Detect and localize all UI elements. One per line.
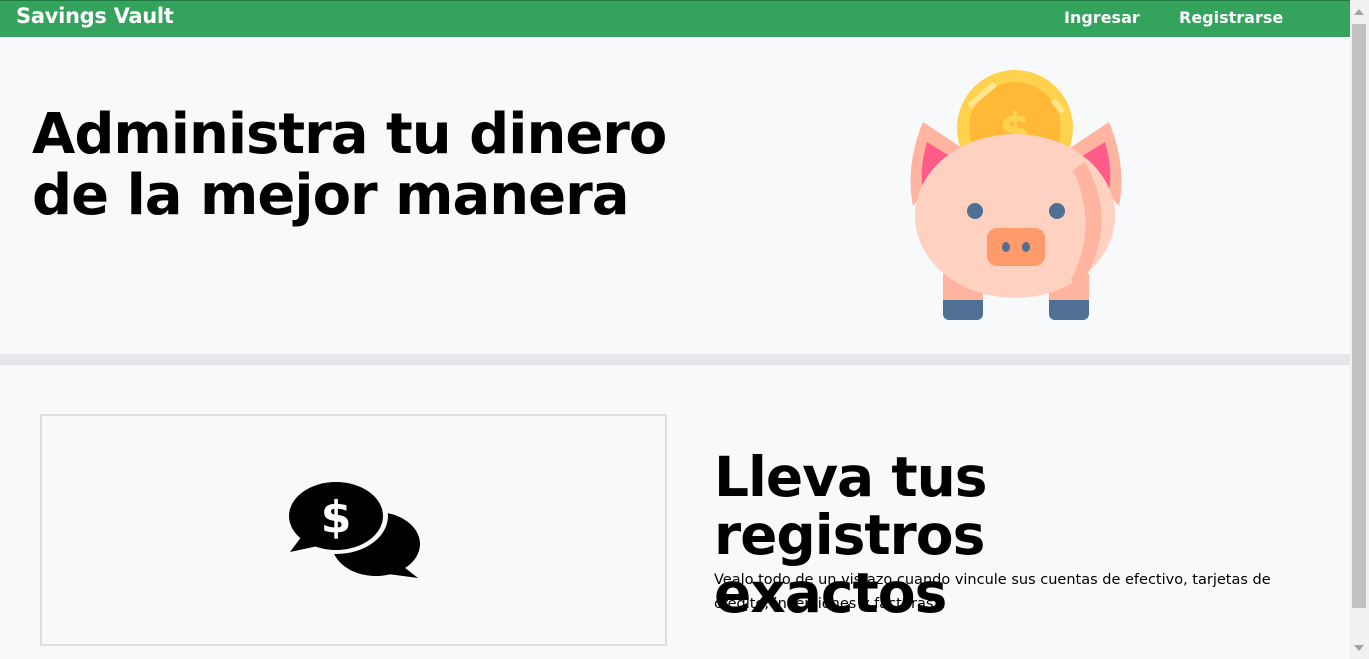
hero-title-line2: de la mejor manera xyxy=(32,163,630,228)
section-divider xyxy=(0,354,1350,365)
feature-title-line1: Lleva tus registros xyxy=(714,445,987,567)
page: Savings Vault Ingresar Registrarse Admin… xyxy=(0,0,1350,659)
svg-text:$: $ xyxy=(321,492,352,543)
navbar: Savings Vault Ingresar Registrarse xyxy=(0,0,1350,37)
nav-register-link[interactable]: Registrarse xyxy=(1179,8,1283,27)
chat-money-icon: $ xyxy=(288,480,420,578)
feature-description: Vealo todo de un vistazo cuando vincule … xyxy=(714,572,1271,612)
scroll-up-arrow-icon[interactable] xyxy=(1354,9,1364,15)
piggy-bank-coin-icon: $ xyxy=(910,70,1122,320)
hero-title: Administra tu dinero de la mejor manera xyxy=(32,104,672,226)
hero-title-line1: Administra tu dinero xyxy=(32,102,667,167)
scroll-down-arrow-icon[interactable] xyxy=(1354,645,1364,651)
nav-login-link[interactable]: Ingresar xyxy=(1064,8,1140,27)
brand-logo[interactable]: Savings Vault xyxy=(16,4,174,28)
scrollbar-thumb[interactable] xyxy=(1352,24,1366,608)
feature-image-card: $ xyxy=(40,414,667,646)
